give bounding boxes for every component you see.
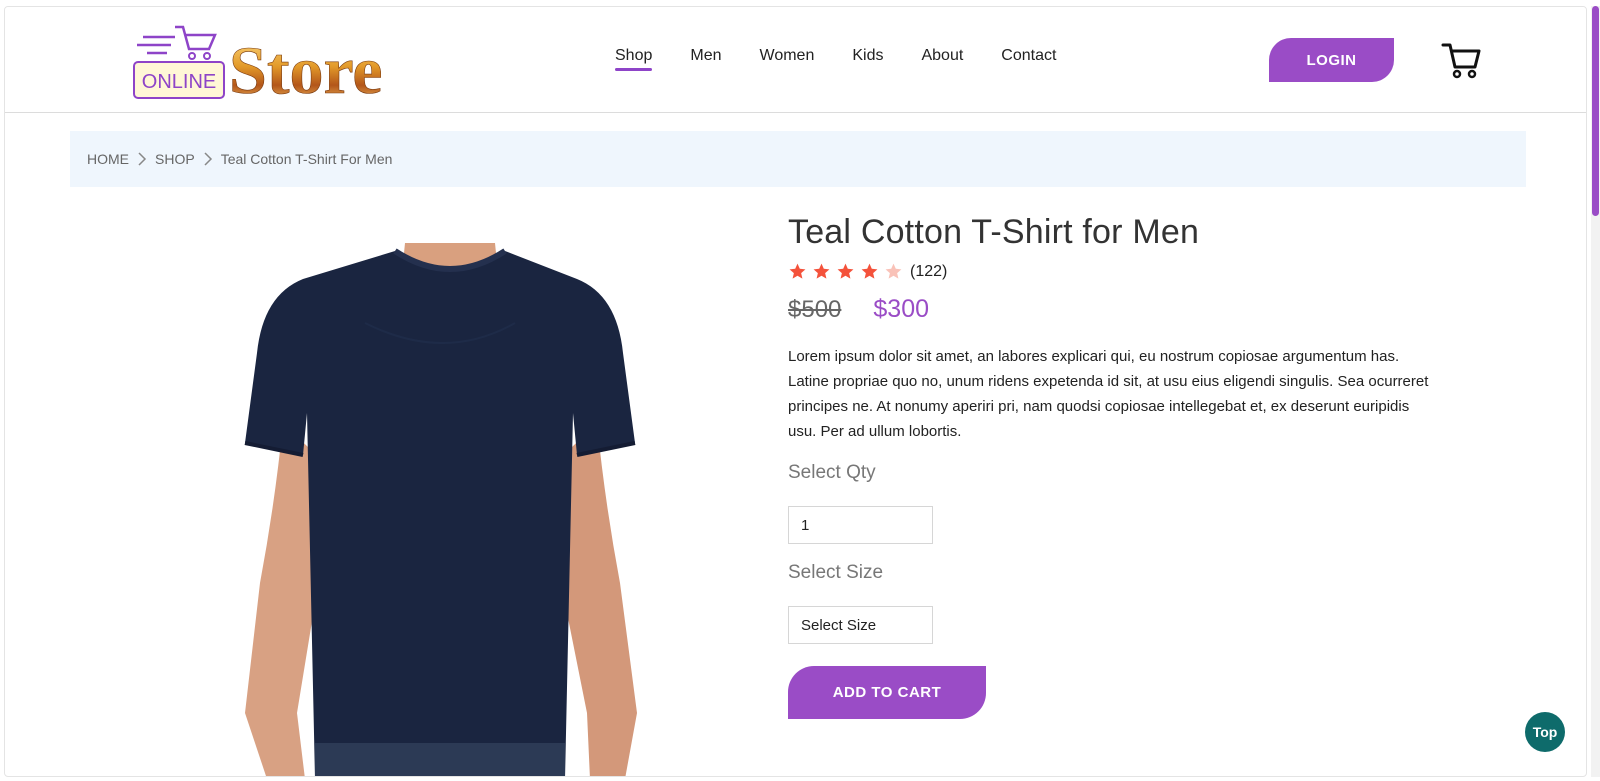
breadcrumb: HOME SHOP Teal Cotton T-Shirt For Men bbox=[70, 131, 1526, 187]
nav-men[interactable]: Men bbox=[690, 47, 721, 71]
chevron-right-icon bbox=[203, 152, 213, 166]
chevron-right-icon bbox=[137, 152, 147, 166]
nav-contact[interactable]: Contact bbox=[1001, 47, 1056, 71]
breadcrumb-home[interactable]: HOME bbox=[87, 151, 129, 167]
star-filled-icon bbox=[789, 263, 806, 279]
breadcrumb-shop[interactable]: SHOP bbox=[155, 151, 195, 167]
qty-label: Select Qty bbox=[788, 462, 876, 483]
main-nav: Shop Men Women Kids About Contact bbox=[615, 47, 1094, 71]
nav-shop[interactable]: Shop bbox=[615, 47, 653, 71]
logo-badge-text: ONLINE bbox=[142, 71, 216, 93]
back-to-top-button[interactable]: Top bbox=[1525, 712, 1565, 752]
quantity-input[interactable] bbox=[788, 506, 933, 544]
star-filled-icon bbox=[813, 263, 830, 279]
site-header: ONLINE Store Shop Men Women Kids About C… bbox=[5, 7, 1586, 113]
page-frame: ONLINE Store Shop Men Women Kids About C… bbox=[4, 6, 1587, 777]
scrollbar-thumb[interactable] bbox=[1592, 6, 1599, 216]
nav-kids[interactable]: Kids bbox=[852, 47, 883, 71]
sale-price: $300 bbox=[873, 295, 930, 323]
product-info: Teal Cotton T-Shirt for Men (122) $500 $… bbox=[788, 213, 1448, 719]
product-image[interactable] bbox=[205, 243, 675, 776]
product-rating: (122) bbox=[788, 262, 1448, 281]
login-button[interactable]: LOGIN bbox=[1269, 38, 1394, 82]
shopping-cart-icon[interactable] bbox=[1441, 41, 1481, 79]
logo-brand-text: Store bbox=[229, 32, 381, 103]
product-title: Teal Cotton T-Shirt for Men bbox=[788, 213, 1200, 251]
store-logo[interactable]: ONLINE Store bbox=[131, 23, 383, 108]
size-select[interactable]: Select Size bbox=[788, 606, 933, 644]
nav-women[interactable]: Women bbox=[760, 47, 815, 71]
star-filled-icon bbox=[837, 263, 854, 279]
old-price: $500 bbox=[788, 296, 842, 323]
breadcrumb-current: Teal Cotton T-Shirt For Men bbox=[220, 151, 393, 167]
star-filled-icon bbox=[861, 263, 878, 279]
review-count[interactable]: (122) bbox=[910, 263, 947, 281]
price-block: $500 $300 bbox=[788, 295, 1448, 324]
add-to-cart-button[interactable]: ADD TO CART bbox=[788, 666, 986, 719]
size-select-value: Select Size bbox=[801, 616, 877, 634]
nav-about[interactable]: About bbox=[921, 47, 963, 71]
star-empty-icon bbox=[885, 263, 902, 279]
size-label: Select Size bbox=[788, 562, 884, 583]
product-description: Lorem ipsum dolor sit amet, an labores e… bbox=[788, 348, 1429, 440]
store-logo-icon: ONLINE Store bbox=[133, 25, 383, 108]
